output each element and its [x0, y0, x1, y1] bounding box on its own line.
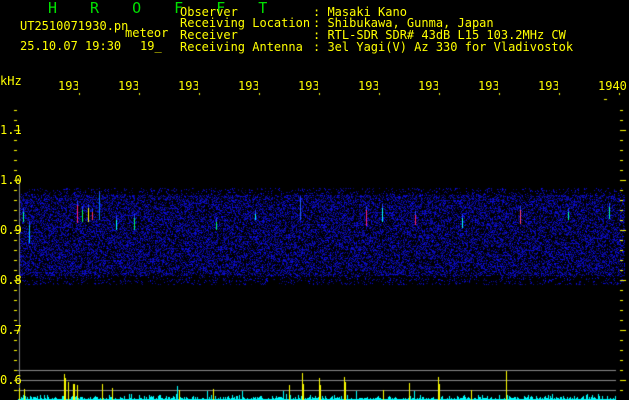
y-tick-label: 1.0: [0, 173, 22, 187]
x-tick-label: 1940: [598, 79, 627, 93]
file-name: UT2510071930.pn: [20, 19, 129, 33]
y-tick-label: 0.9: [0, 223, 22, 237]
y-tick-label: 1.1: [0, 123, 22, 137]
mode-label: meteor: [125, 26, 169, 40]
antenna-label: Receiving Antenna: [180, 40, 303, 54]
x-tick-label: 1937: [418, 80, 438, 92]
x-tick-label: 1936: [358, 80, 378, 92]
x-tick-label: 1932: [118, 80, 138, 92]
app-title: H R O F F T: [48, 0, 280, 17]
y-tick-label: 0.6: [0, 373, 22, 387]
y-tick-label: 0.7: [0, 323, 22, 337]
y-tick-label: 0.8: [0, 273, 22, 287]
x-tick-label: 1938: [478, 80, 498, 92]
x-tick-label: 1935: [298, 80, 318, 92]
x-tick-label: 1933: [178, 80, 198, 92]
x-tick-label: 1934: [238, 80, 258, 92]
datetime: 25.10.07 19:30: [20, 39, 122, 53]
y-unit: kHz: [0, 74, 22, 88]
count: 19_: [140, 39, 162, 53]
x-tick-label: 1939: [538, 80, 558, 92]
x-tick-label: 1931: [58, 80, 78, 92]
antenna-value: : 3el Yagi(V) Az 330 for Vladivostok: [313, 40, 574, 54]
spectrogram: [0, 0, 629, 400]
